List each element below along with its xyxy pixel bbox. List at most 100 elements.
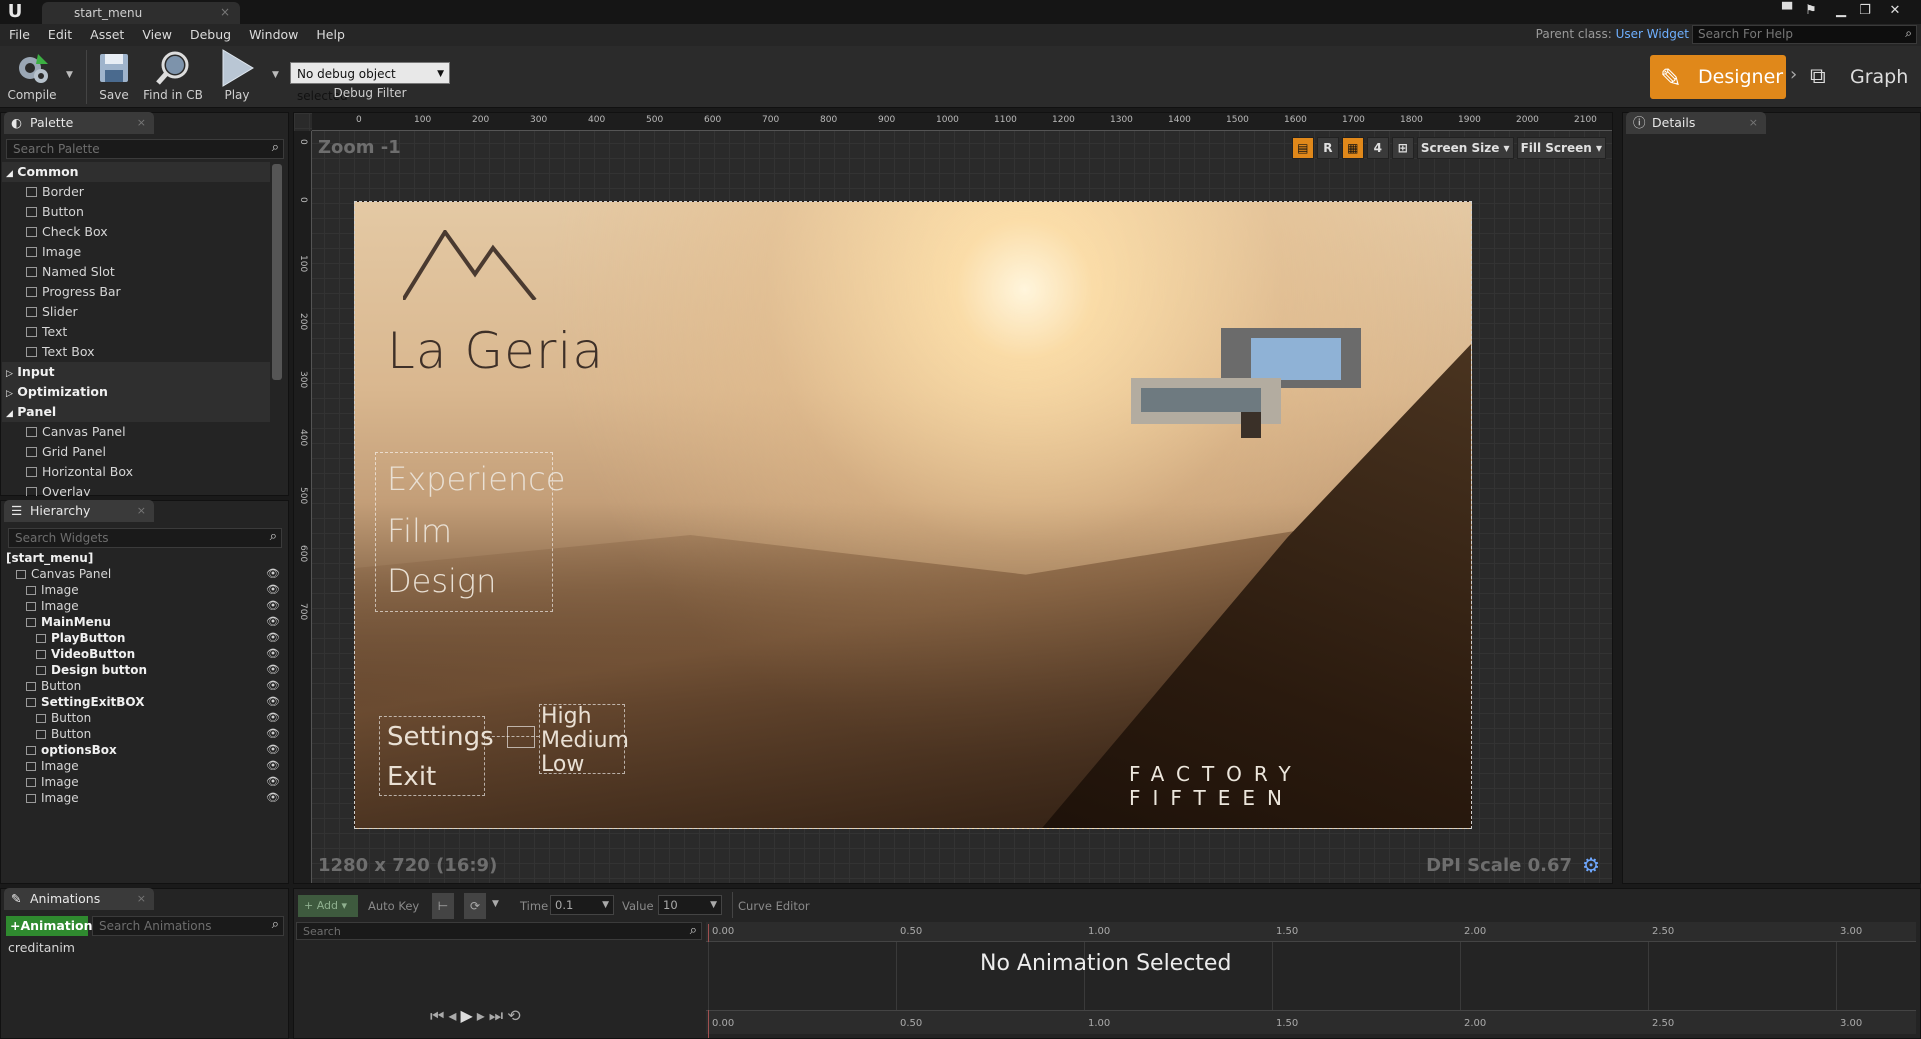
hierarchy-item[interactable]: Image	[26, 790, 79, 806]
gear-icon[interactable]: ⚙	[1582, 853, 1600, 877]
hierarchy-item[interactable]: [start_menu]	[6, 550, 93, 566]
graph-mode-button[interactable]: ⧉ Graph	[1806, 55, 1916, 99]
film-button[interactable]: Film	[387, 512, 452, 550]
palette-item[interactable]: Overlay	[26, 482, 91, 496]
menu-window[interactable]: Window	[240, 24, 307, 46]
restore-icon[interactable]: ❐	[1852, 2, 1878, 20]
palette-scrollbar[interactable]	[272, 164, 282, 380]
debug-object-select[interactable]: No debug object selected ▼	[290, 62, 450, 103]
grid-snap-button[interactable]: ▦	[1341, 137, 1364, 159]
palette-item[interactable]: Named Slot	[26, 262, 115, 282]
palette-item[interactable]: Border	[26, 182, 84, 202]
quality-high-button[interactable]: High	[541, 704, 592, 729]
hierarchy-item[interactable]: VideoButton	[36, 646, 135, 662]
hierarchy-tab[interactable]: ☰ Hierarchy ×	[4, 500, 154, 522]
animations-tab[interactable]: ✎ Animations ×	[4, 888, 154, 910]
chat-icon[interactable]: ▀	[1774, 2, 1800, 20]
hierarchy-item[interactable]: Design button	[36, 662, 147, 678]
snap-dropdown-icon[interactable]: ▼	[492, 899, 499, 909]
visibility-eye-icon[interactable]: 👁	[266, 583, 280, 596]
visibility-eye-icon[interactable]: 👁	[266, 663, 280, 676]
close-window-icon[interactable]: ✕	[1882, 2, 1908, 20]
hierarchy-search-input[interactable]: Search Widgets ⌕	[8, 528, 282, 548]
save-button[interactable]: Save	[92, 48, 136, 106]
visibility-eye-icon[interactable]: 👁	[266, 647, 280, 660]
designer-viewport[interactable]: 0 100 200 300 400 500 600 700 800 900 1000 1100 1200…	[293, 112, 1613, 884]
time-input[interactable]: 0.1 ▼	[550, 895, 614, 915]
minimize-icon[interactable]: ▁	[1828, 2, 1854, 20]
add-animation-button[interactable]: +Animation	[6, 916, 93, 936]
key-icon[interactable]: ⊢	[432, 893, 454, 919]
step-back-icon[interactable]: ◂	[448, 1006, 460, 1025]
fill-screen-dropdown[interactable]: Fill Screen ▾	[1516, 137, 1606, 159]
quality-medium-button[interactable]: Medium	[541, 728, 629, 753]
widget-canvas[interactable]: La Geria Experience Film Design Settings…	[354, 201, 1472, 829]
animation-list-item[interactable]: creditanim	[8, 938, 75, 958]
menu-asset[interactable]: Asset	[81, 24, 133, 46]
compile-button[interactable]: Compile	[4, 48, 60, 106]
visibility-eye-icon[interactable]: 👁	[266, 711, 280, 724]
loop-icon[interactable]: ⟲	[507, 1006, 524, 1025]
menu-edit[interactable]: Edit	[39, 24, 81, 46]
menu-help[interactable]: Help	[307, 24, 354, 46]
hierarchy-item[interactable]: Canvas Panel	[16, 566, 111, 582]
grid-size-button[interactable]: 4	[1366, 137, 1389, 159]
close-tab-icon[interactable]: ×	[1749, 112, 1758, 134]
palette-category-common[interactable]: ◢ Common	[2, 162, 270, 182]
palette-item[interactable]: Grid Panel	[26, 442, 106, 462]
track-search-input[interactable]: Search ⌕	[296, 922, 702, 940]
palette-item[interactable]: Text Box	[26, 342, 95, 362]
visibility-eye-icon[interactable]: 👁	[266, 791, 280, 804]
auto-key-toggle[interactable]: Auto Key	[368, 899, 419, 913]
help-search-input[interactable]: Search For Help ⌕	[1692, 25, 1917, 44]
palette-item[interactable]: Progress Bar	[26, 282, 121, 302]
hierarchy-item[interactable]: Button	[36, 710, 91, 726]
play-button[interactable]: Play	[212, 48, 262, 106]
hierarchy-item[interactable]: Image	[26, 582, 79, 598]
hierarchy-item[interactable]: Image	[26, 774, 79, 790]
settings-button[interactable]: Settings	[387, 722, 494, 752]
value-input[interactable]: 10 ▼	[658, 895, 722, 915]
hierarchy-item[interactable]: optionsBox	[26, 742, 117, 758]
palette-item[interactable]: Check Box	[26, 222, 108, 242]
close-tab-icon[interactable]: ×	[137, 500, 146, 522]
hierarchy-item[interactable]: MainMenu	[26, 614, 111, 630]
palette-item[interactable]: Text	[26, 322, 67, 342]
palette-category-panel[interactable]: ◢ Panel	[2, 402, 270, 422]
hierarchy-item[interactable]: Image	[26, 758, 79, 774]
parent-class-link[interactable]: User Widget	[1616, 27, 1689, 41]
add-track-button[interactable]: + Add ▾	[298, 895, 358, 917]
fit-button[interactable]: ⊞	[1391, 137, 1414, 159]
menu-view[interactable]: View	[133, 24, 181, 46]
exit-button[interactable]: Exit	[387, 762, 436, 792]
visibility-eye-icon[interactable]: 👁	[266, 743, 280, 756]
play-icon[interactable]: ▶	[460, 1006, 476, 1025]
visibility-eye-icon[interactable]: 👁	[266, 695, 280, 708]
skip-start-icon[interactable]: ⏮	[430, 1006, 448, 1025]
visibility-eye-icon[interactable]: 👁	[266, 599, 280, 612]
hierarchy-item[interactable]: Image	[26, 598, 79, 614]
menu-file[interactable]: File	[0, 24, 39, 46]
skip-end-icon[interactable]: ⏭	[489, 1006, 507, 1025]
visibility-eye-icon[interactable]: 👁	[266, 775, 280, 788]
visibility-eye-icon[interactable]: 👁	[266, 759, 280, 772]
visibility-eye-icon[interactable]: 👁	[266, 679, 280, 692]
hierarchy-item[interactable]: Button	[36, 726, 91, 742]
quality-low-button[interactable]: Low	[541, 752, 584, 777]
palette-item[interactable]: Horizontal Box	[26, 462, 133, 482]
palette-search-input[interactable]: Search Palette ⌕	[6, 139, 284, 159]
close-tab-icon[interactable]: ×	[137, 112, 146, 134]
palette-category-input[interactable]: ▷ Input	[2, 362, 270, 382]
visibility-eye-icon[interactable]: 👁	[266, 727, 280, 740]
screen-size-dropdown[interactable]: Screen Size ▾	[1416, 137, 1514, 159]
palette-item[interactable]: Canvas Panel	[26, 422, 126, 442]
palette-item[interactable]: Slider	[26, 302, 78, 322]
palette-category-optimization[interactable]: ▷ Optimization	[2, 382, 270, 402]
visibility-eye-icon[interactable]: 👁	[266, 615, 280, 628]
designer-mode-button[interactable]: ✎ Designer	[1650, 55, 1786, 99]
respect-locks-button[interactable]: R	[1316, 137, 1339, 159]
palette-item[interactable]: Image	[26, 242, 81, 262]
design-button[interactable]: Design	[387, 562, 496, 600]
hierarchy-item[interactable]: Button	[26, 678, 81, 694]
menu-debug[interactable]: Debug	[181, 24, 240, 46]
